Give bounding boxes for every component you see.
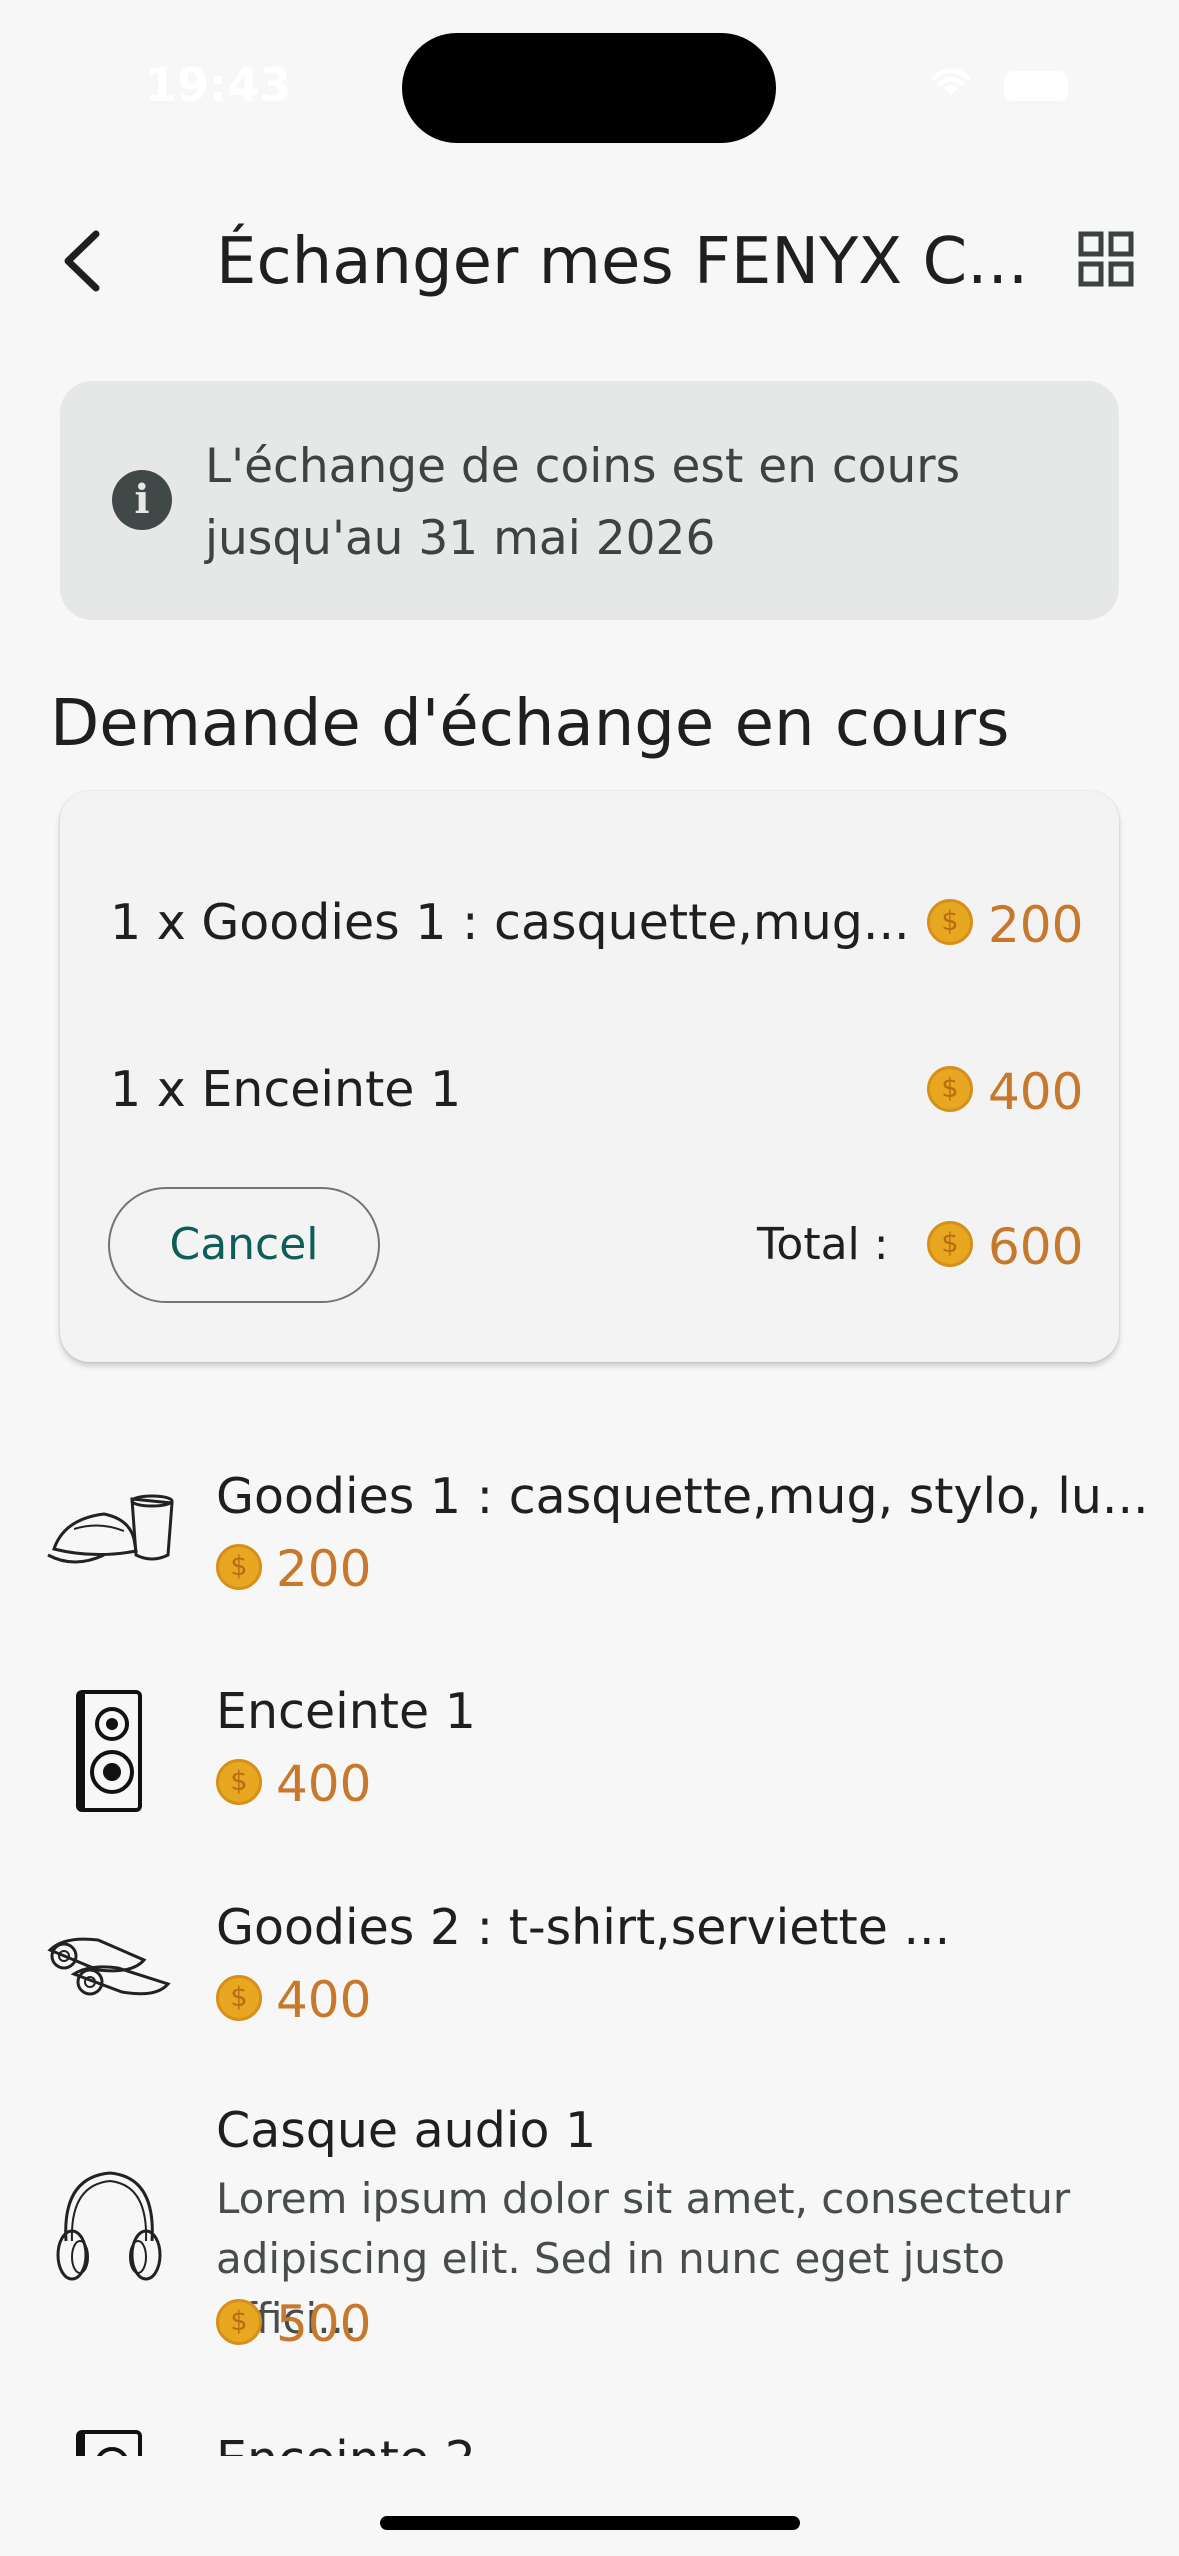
request-item-label: 1 x Goodies 1 : casquette,mug... xyxy=(110,894,910,951)
product-name: Casque audio 1 xyxy=(216,2102,597,2159)
battery-icon xyxy=(1004,71,1068,101)
product-price: 400 xyxy=(276,1971,372,2029)
speaker-icon xyxy=(76,1690,142,1812)
coin-icon xyxy=(216,1975,262,2021)
coin-icon xyxy=(216,1544,262,1590)
coin-icon xyxy=(927,1066,973,1112)
total-value: 600 xyxy=(988,1218,1084,1276)
info-text: L'échange de coins est en cours jusqu'au… xyxy=(205,439,961,566)
product-price: 500 xyxy=(276,2295,372,2353)
total-label: Total : xyxy=(757,1219,889,1270)
coin-icon xyxy=(927,1221,973,1267)
coin-icon xyxy=(216,1759,262,1805)
page-title: Échanger mes FENYX C... xyxy=(216,225,1029,299)
cancel-button[interactable]: Cancel xyxy=(108,1187,380,1303)
coin-icon xyxy=(927,899,973,945)
exchange-request-card: 1 x Goodies 1 : casquette,mug... 200 1 x… xyxy=(60,791,1119,1362)
product-name: Goodies 2 : t-shirt,serviette ... xyxy=(216,1899,951,1956)
home-indicator xyxy=(380,2516,800,2530)
back-button[interactable] xyxy=(52,226,116,296)
grid-view-icon[interactable] xyxy=(1078,231,1134,287)
info-banner: i L'échange de coins est en cours jusqu'… xyxy=(60,381,1119,620)
product-item[interactable]: Enceinte 1 400 xyxy=(0,1670,1179,1830)
headphones-icon xyxy=(56,2171,162,2281)
product-item[interactable]: Enceinte 2 xyxy=(0,2410,1179,2456)
dynamic-island xyxy=(402,33,776,143)
request-item-price: 400 xyxy=(988,1063,1084,1121)
request-item-price: 200 xyxy=(988,896,1084,954)
section-title: Demande d'échange en cours xyxy=(50,687,1010,761)
product-price: 200 xyxy=(276,1540,372,1598)
request-item-label: 1 x Enceinte 1 xyxy=(110,1061,462,1118)
product-name: Enceinte 1 xyxy=(216,1683,476,1740)
wifi-icon xyxy=(931,68,971,96)
product-price: 400 xyxy=(276,1755,372,1813)
product-name: Goodies 1 : casquette,mug, stylo, lu... xyxy=(216,1468,1149,1525)
towels-icon xyxy=(47,1937,171,1996)
product-item[interactable]: Casque audio 1 Lorem ipsum dolor sit ame… xyxy=(0,2101,1179,2361)
coin-icon xyxy=(216,2299,262,2345)
speaker-icon xyxy=(76,2430,142,2456)
info-icon: i xyxy=(112,470,172,530)
status-time: 19:43 xyxy=(145,58,292,112)
product-name: Enceinte 2 xyxy=(216,2430,476,2456)
product-item[interactable]: Goodies 1 : casquette,mug, stylo, lu... … xyxy=(0,1455,1179,1615)
product-item[interactable]: Goodies 2 : t-shirt,serviette ... 400 xyxy=(0,1886,1179,2046)
cap-mug-icon xyxy=(47,1494,174,1564)
